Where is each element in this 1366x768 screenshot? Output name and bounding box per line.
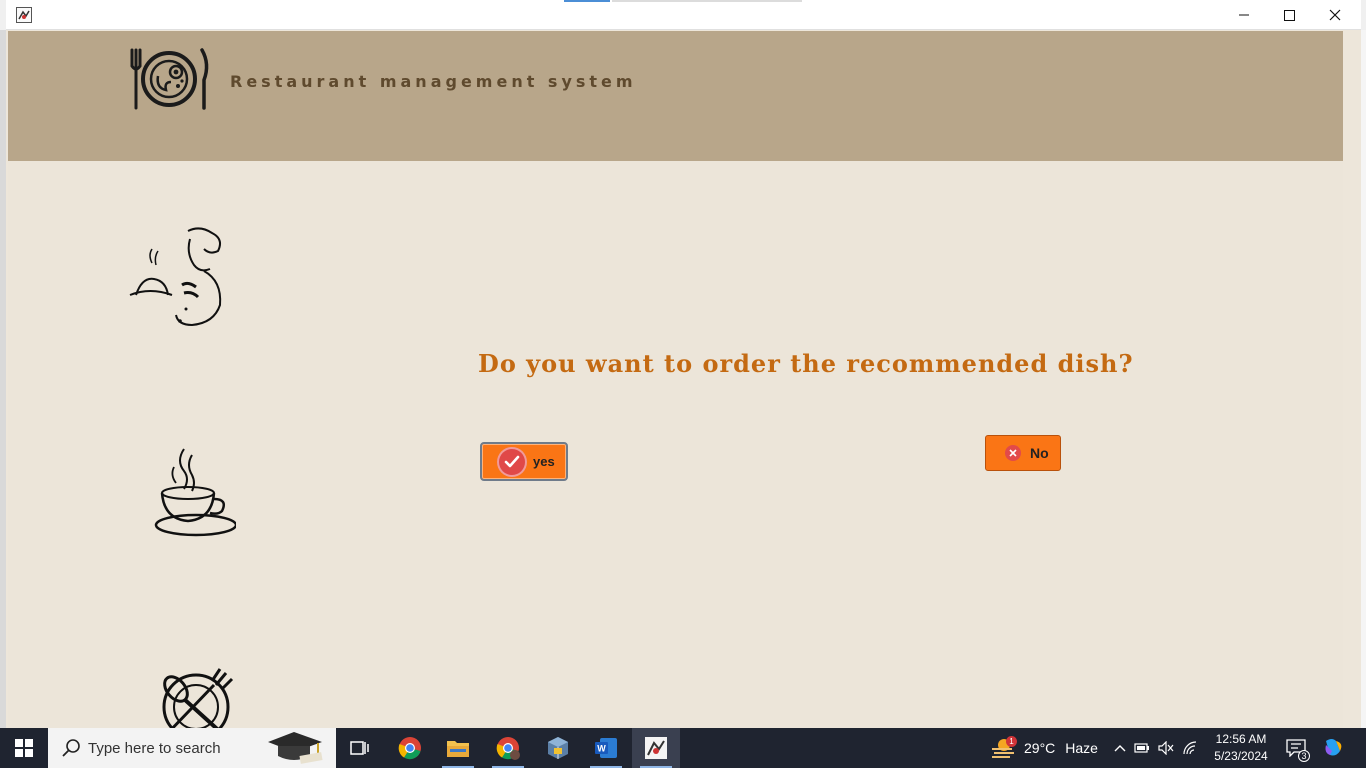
virtualbox-button[interactable] (534, 728, 582, 768)
copilot-icon (1325, 739, 1342, 756)
java-app-taskbar-button[interactable] (632, 728, 680, 768)
no-button[interactable]: No (985, 435, 1061, 471)
title-bar-accent-2 (612, 0, 802, 2)
search-placeholder: Type here to search (88, 739, 221, 757)
restaurant-logo-icon (130, 48, 209, 110)
clock-time: 12:56 AM (1215, 732, 1267, 746)
word-button[interactable]: W (582, 728, 630, 768)
cancel-icon (1005, 445, 1021, 461)
chevron-up-icon[interactable] (1114, 743, 1126, 753)
battery-icon[interactable] (1134, 742, 1150, 754)
word-icon: W (595, 738, 617, 758)
weather-condition: Haze (1065, 740, 1098, 756)
search-icon (62, 739, 80, 757)
chrome-icon (398, 737, 421, 760)
coffee-cup-icon (154, 448, 236, 537)
system-tray (1114, 728, 1198, 768)
check-icon (499, 448, 525, 475)
task-view-button[interactable] (336, 728, 384, 768)
weather-temp: 29°C (1024, 740, 1056, 756)
header-banner: Restaurant management system (8, 31, 1343, 161)
svg-text:W: W (597, 744, 606, 754)
windows-logo-icon (15, 739, 33, 757)
question-text: Do you want to order the recommended dis… (478, 349, 1134, 378)
task-view-icon (350, 741, 369, 755)
folder-icon (447, 741, 469, 757)
java-app-icon (16, 7, 32, 23)
system-clock[interactable]: 12:56 AM 5/23/2024 (1208, 731, 1274, 765)
weather-badge: 1 (1006, 736, 1017, 747)
minimize-button[interactable] (1221, 0, 1267, 30)
notification-center-button[interactable]: 3 (1282, 728, 1310, 768)
graduation-cap-icon (268, 732, 323, 764)
yes-button[interactable]: yes (480, 442, 568, 481)
network-icon[interactable] (1182, 741, 1198, 755)
chrome-profile-button[interactable] (484, 728, 532, 768)
maximize-button[interactable] (1266, 0, 1312, 30)
title-bar[interactable] (6, 0, 1361, 30)
chrome-taskbar-button[interactable] (386, 728, 434, 768)
notification-count: 3 (1298, 750, 1310, 762)
weather-widget[interactable]: 1 29°C Haze (990, 728, 1098, 768)
virtualbox-icon (548, 737, 568, 759)
speaker-muted-icon[interactable] (1158, 741, 1174, 755)
minimize-icon (1239, 14, 1249, 16)
title-bar-accent (564, 0, 610, 2)
plate-cutlery-icon (162, 668, 234, 737)
taskbar-search[interactable]: Type here to search (48, 728, 336, 768)
app-title: Restaurant management system (230, 71, 637, 91)
start-button[interactable] (0, 728, 48, 768)
taskbar: Type here to search W 1 29°C Haze 12:56 … (0, 728, 1366, 768)
app-window: Restaurant management system Do you want… (6, 0, 1361, 737)
maximize-icon (1283, 9, 1295, 21)
close-button[interactable] (1312, 0, 1358, 30)
clock-date: 5/23/2024 (1214, 749, 1268, 763)
no-button-label: No (1030, 445, 1049, 461)
main-panel: Do you want to order the recommended dis… (8, 161, 1343, 737)
chef-icon (129, 227, 222, 327)
java-app-icon (645, 737, 667, 759)
copilot-button[interactable] (1318, 728, 1348, 768)
file-explorer-button[interactable] (434, 728, 482, 768)
close-icon (1329, 9, 1341, 21)
chrome-profile-icon (496, 737, 520, 760)
yes-button-label: yes (533, 454, 555, 469)
